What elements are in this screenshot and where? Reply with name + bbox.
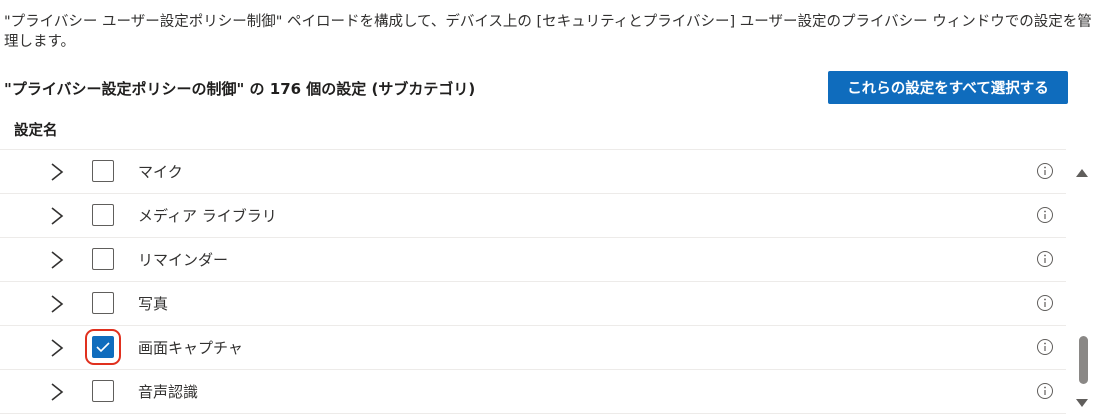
setting-checkbox[interactable] (92, 292, 114, 314)
settings-row: メディア ライブラリ (0, 194, 1066, 238)
chevron-right-icon[interactable] (48, 206, 66, 226)
setting-checkbox-checked[interactable] (85, 329, 121, 365)
settings-row: マイク (0, 150, 1066, 194)
info-icon[interactable] (1036, 338, 1054, 360)
settings-list: マイク メディア ライブラリ リマインダー 写真 画面キャプチャ 音声認識 (0, 149, 1066, 414)
settings-row: 画面キャプチャ (0, 326, 1066, 370)
scrollbar-thumb[interactable] (1079, 336, 1088, 384)
setting-checkbox[interactable] (92, 248, 114, 270)
setting-label: 画面キャプチャ (138, 339, 243, 357)
chevron-right-icon[interactable] (48, 162, 66, 182)
triangle-down-icon[interactable] (1076, 392, 1088, 411)
subcategory-title: "プライバシー設定ポリシーの制御" の 176 個の設定 (サブカテゴリ) (4, 80, 476, 98)
checkmark-icon (96, 342, 110, 353)
page-description: "プライバシー ユーザー設定ポリシー制御" ペイロードを構成して、デバイス上の … (4, 14, 1092, 50)
chevron-right-icon[interactable] (48, 382, 66, 402)
setting-label: 写真 (138, 295, 169, 313)
info-icon[interactable] (1036, 162, 1054, 184)
chevron-right-icon[interactable] (48, 338, 66, 358)
settings-row: 音声認識 (0, 370, 1066, 414)
info-icon[interactable] (1036, 294, 1054, 316)
setting-label: リマインダー (138, 251, 229, 269)
select-all-settings-button[interactable]: これらの設定をすべて選択する (828, 71, 1068, 104)
column-header-setting-name: 設定名 (14, 123, 58, 139)
setting-label: メディア ライブラリ (138, 207, 277, 225)
setting-checkbox[interactable] (92, 160, 114, 182)
info-icon[interactable] (1036, 206, 1054, 228)
setting-label: マイク (138, 163, 183, 181)
settings-row: リマインダー (0, 238, 1066, 282)
triangle-up-icon[interactable] (1076, 162, 1088, 181)
chevron-right-icon[interactable] (48, 294, 66, 314)
info-icon[interactable] (1036, 382, 1054, 404)
vertical-scrollbar[interactable] (1072, 152, 1092, 419)
setting-checkbox[interactable] (92, 204, 114, 226)
settings-row: 写真 (0, 282, 1066, 326)
chevron-right-icon[interactable] (48, 250, 66, 270)
setting-label: 音声認識 (138, 383, 199, 401)
setting-checkbox[interactable] (92, 380, 114, 402)
info-icon[interactable] (1036, 250, 1054, 272)
